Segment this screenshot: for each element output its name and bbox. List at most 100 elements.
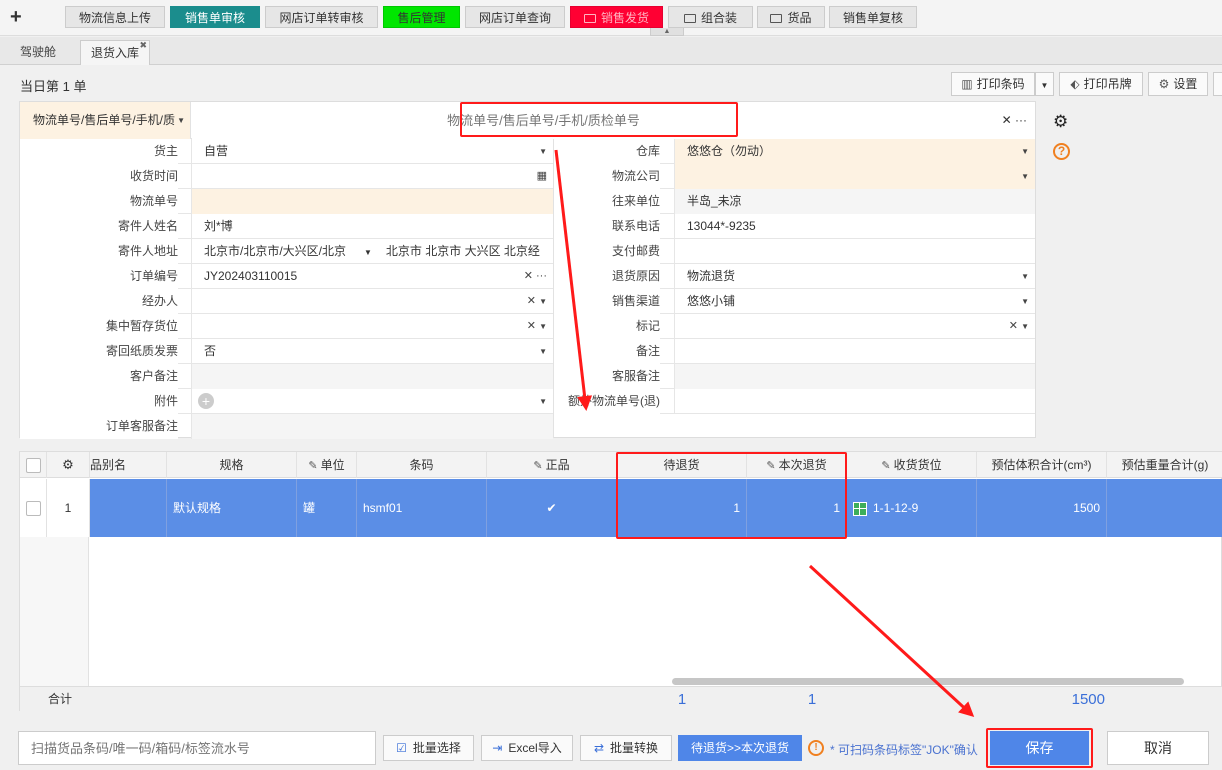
add-attachment-icon[interactable]: + — [198, 393, 214, 409]
location-grid-icon[interactable] — [853, 501, 867, 516]
receive-time-field[interactable]: ▦ — [191, 164, 553, 189]
tab-after-sales[interactable]: 售后管理 — [383, 6, 460, 28]
form-row: 客户备注 客服备注 — [20, 364, 1035, 389]
sender-address-field[interactable]: 北京市/北京市/大兴区/北京 ▼ 北京市 北京市 大兴区 北京经 — [191, 239, 553, 264]
check-icon: ✔ — [546, 501, 557, 515]
attachment-field[interactable]: + ▼ — [191, 389, 553, 414]
owner-select[interactable]: 自营 ▼ — [191, 139, 553, 164]
tab-sales-shipping[interactable]: 销售发货 — [570, 6, 663, 28]
scan-input[interactable] — [18, 731, 376, 765]
table-row[interactable]: 1 默认规格 罐 hsmf01 ✔ 1 1 1-1-12-9 1500 — [20, 479, 1222, 537]
column-settings[interactable]: ⚙ — [47, 452, 90, 478]
postage-field[interactable] — [674, 239, 1035, 264]
batch-select-button[interactable]: ☑ 批量选择 — [383, 735, 474, 761]
header-genuine[interactable]: ✎ 正品 — [487, 452, 617, 478]
paper-invoice-select[interactable]: 否 ▼ — [191, 339, 553, 364]
address-detail-field[interactable]: 北京市 北京市 大兴区 北京经 — [386, 244, 540, 258]
search-input[interactable] — [192, 102, 1035, 139]
more-icon[interactable]: ··· — [1015, 113, 1027, 127]
settings-button[interactable]: ⚙ 设置 — [1148, 72, 1208, 96]
tab-sales-review[interactable]: 销售单审核 — [170, 6, 260, 28]
row-checkbox-cell[interactable] — [20, 479, 47, 537]
temp-location-select[interactable]: ✕ ▼ — [191, 314, 553, 339]
cell-unit[interactable]: 罐 — [297, 479, 357, 537]
save-button[interactable]: 保存 — [990, 731, 1089, 765]
clear-icon[interactable]: ✕ — [1002, 113, 1012, 127]
cell-brand[interactable] — [90, 479, 167, 537]
collapse-arrow-icon[interactable]: ▲ — [650, 28, 684, 36]
add-tab-icon[interactable]: + — [10, 6, 22, 28]
batch-convert-button[interactable]: ⇄ 批量转换 — [580, 735, 672, 761]
goods-grid: ⚙ 品别名 规格 ✎ 单位 条码 ✎ 正品 待退货 ✎ 本次退货 ✎ 收货货位 预估体积… — [19, 451, 1222, 711]
clear-more-icon[interactable]: ✕ ··· — [524, 264, 547, 289]
clear-caret-icon[interactable]: ✕ ▼ — [527, 289, 547, 314]
select-all-checkbox[interactable] — [25, 458, 41, 474]
clear-caret-icon[interactable]: ✕ ▼ — [527, 314, 547, 339]
sales-channel-select[interactable]: 悠悠小铺 ▼ — [674, 289, 1035, 314]
order-no-field[interactable]: JY202403110015 ✕ ··· — [191, 264, 553, 289]
owner-label: 货主 — [20, 139, 178, 164]
tracking-no-field[interactable] — [191, 189, 553, 214]
tab-online-order-query[interactable]: 网店订单查询 — [465, 6, 565, 28]
tab-cockpit[interactable]: 驾驶舱 — [8, 40, 68, 65]
handler-select[interactable]: ✕ ▼ — [191, 289, 553, 314]
help-icon[interactable]: ? — [1053, 143, 1070, 160]
excel-import-button[interactable]: ⇥ Excel导入 — [481, 735, 573, 761]
header-spec[interactable]: 规格 — [167, 452, 297, 478]
cell-spec[interactable]: 默认规格 — [167, 479, 297, 537]
extra-tracking-field[interactable] — [674, 389, 1035, 414]
swap-icon: ⇄ — [593, 741, 605, 755]
header-barcode[interactable]: 条码 — [357, 452, 487, 478]
header-weight[interactable]: 预估重量合计(g) — [1107, 452, 1222, 478]
tab-goods[interactable]: 货品 — [757, 6, 825, 28]
more-button[interactable] — [1213, 72, 1222, 96]
caret-down-icon: ▼ — [1040, 81, 1049, 90]
checkbox-icon: ☑ — [396, 741, 407, 755]
pending-to-return-button[interactable]: 待退货>>本次退货 — [678, 735, 802, 761]
remark-field[interactable] — [674, 339, 1035, 364]
search-row: 物流单号/售后单号/手机/质 ▼ ✕ ··· — [20, 102, 1035, 139]
logistics-company-label: 物流公司 — [554, 164, 660, 189]
sender-name-field[interactable]: 刘*博 — [191, 214, 553, 239]
tab-sales-recheck[interactable]: 销售单复核 — [829, 6, 917, 28]
cancel-button[interactable]: 取消 — [1107, 731, 1209, 765]
cell-location[interactable]: 1-1-12-9 — [847, 479, 977, 537]
cell-this-return[interactable]: 1 — [747, 479, 847, 537]
logistics-company-select[interactable]: ▼ — [674, 164, 1035, 189]
cell-genuine[interactable]: ✔ — [487, 479, 617, 537]
mark-select[interactable]: ✕ ▼ — [674, 314, 1035, 339]
cell-barcode[interactable]: hsmf01 — [357, 479, 487, 537]
header-volume[interactable]: 预估体积合计(cm³) — [977, 452, 1107, 478]
phone-field[interactable]: 13044*-9235 — [674, 214, 1035, 239]
sales-channel-label: 销售渠道 — [554, 289, 660, 314]
cell-pending[interactable]: 1 — [617, 479, 747, 537]
select-all-checkbox-cell[interactable] — [20, 452, 47, 478]
tab-combo[interactable]: 组合装 — [668, 6, 753, 28]
print-barcode-button[interactable]: ▥ 打印条码 — [951, 72, 1035, 96]
header-brand[interactable]: 品别名 — [90, 452, 167, 478]
search-type-select[interactable]: 物流单号/售后单号/手机/质 ▼ — [20, 102, 191, 139]
horizontal-scrollbar[interactable] — [672, 678, 1184, 685]
header-pending[interactable]: 待退货 — [617, 452, 747, 478]
return-reason-select[interactable]: 物流退货 ▼ — [674, 264, 1035, 289]
partner-label: 往来单位 — [554, 189, 660, 214]
gear-icon[interactable]: ⚙ — [1053, 112, 1068, 132]
header-this-return[interactable]: ✎ 本次退货 — [747, 452, 847, 478]
header-unit[interactable]: ✎ 单位 — [297, 452, 357, 478]
close-icon[interactable]: ✖ — [139, 33, 147, 58]
caret-down-icon: ▼ — [1021, 297, 1029, 306]
clear-caret-icon[interactable]: ✕ ▼ — [1009, 314, 1029, 339]
tab-online-order-review[interactable]: 网店订单转审核 — [265, 6, 378, 28]
tab-return-in[interactable]: 退货入库 ✖ — [80, 40, 150, 65]
print-barcode-dropdown[interactable]: ▼ — [1035, 72, 1054, 96]
print-tag-button[interactable]: ⬖ 打印吊牌 — [1059, 72, 1143, 96]
return-form: 物流单号/售后单号/手机/质 ▼ ✕ ··· 货主 自营▼ 仓库 悠悠仓（勿动）… — [19, 101, 1036, 439]
gear-icon[interactable]: ⚙ — [62, 457, 74, 472]
calendar-icon[interactable]: ▦ — [537, 164, 547, 189]
address-region-select[interactable]: 北京市/北京市/大兴区/北京 — [204, 239, 364, 264]
warehouse-select[interactable]: 悠悠仓（勿动） ▼ — [674, 139, 1035, 164]
header-location[interactable]: ✎ 收货货位 — [847, 452, 977, 478]
footer-pending-total: 1 — [677, 691, 687, 708]
tab-logistics-upload[interactable]: 物流信息上传 — [65, 6, 165, 28]
row-checkbox[interactable] — [25, 501, 41, 517]
